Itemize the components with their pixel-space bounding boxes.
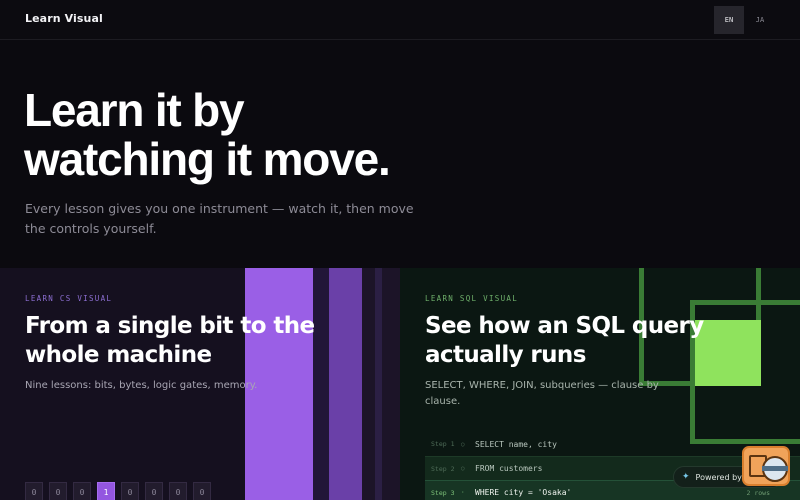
bit-toggle-on[interactable]: 1 — [97, 482, 115, 500]
sql-title: See how an SQL query actually runs — [425, 313, 704, 368]
cs-title: From a single bit to the whole machine — [25, 313, 315, 368]
sql-description: SELECT, WHERE, JOIN, subqueries — clause… — [425, 380, 659, 407]
bit-toggle[interactable]: 0 — [169, 482, 187, 500]
decor-bar — [329, 268, 362, 500]
decor-bar — [375, 268, 382, 500]
step-dot-icon: ○ — [461, 440, 465, 448]
step-code: SELECT name, city — [475, 439, 557, 449]
chat-widget-button[interactable] — [742, 446, 790, 486]
language-en-button[interactable]: EN — [714, 6, 744, 34]
language-ja-button[interactable]: JA — [745, 6, 775, 34]
step-label: Step 3 — [431, 488, 455, 497]
top-bar: Learn Visual EN JA — [0, 0, 800, 40]
bit-toggle[interactable]: 0 — [193, 482, 211, 500]
cs-description: Nine lessons: bits, bytes, logic gates, … — [25, 380, 258, 391]
bit-toggle-row: 0 0 0 1 0 0 0 0 — [25, 482, 211, 500]
cs-course-card[interactable]: LEARN CS VISUAL From a single bit to the… — [0, 268, 400, 500]
bit-toggle[interactable]: 0 — [145, 482, 163, 500]
step-dot-icon: · — [461, 489, 465, 496]
hero-title: Learn it by watching it move. — [24, 86, 544, 184]
step-code: WHERE city = 'Osaka' — [475, 488, 572, 497]
avatar-band — [762, 466, 788, 471]
brand-logo[interactable]: Learn Visual — [25, 12, 103, 25]
step-row-count: 2 rows — [746, 488, 770, 497]
decor-bar — [313, 268, 329, 500]
cs-eyebrow: LEARN CS VISUAL — [25, 294, 113, 303]
sql-eyebrow: LEARN SQL VISUAL — [425, 294, 519, 303]
hero-subtitle: Every lesson gives you one instrument — … — [25, 201, 414, 236]
step-dot-icon: ○ — [461, 465, 465, 472]
powered-by-prefix: Powered by — [695, 472, 742, 482]
bit-toggle[interactable]: 0 — [73, 482, 91, 500]
hero-title-line1: Learn it by — [24, 84, 245, 136]
sparkle-icon: ✦ — [682, 472, 690, 482]
step-label: Step 2 — [431, 464, 455, 473]
step-label: Step 1 — [431, 440, 455, 448]
step-code: FROM customers — [475, 464, 543, 473]
bit-toggle[interactable]: 0 — [121, 482, 139, 500]
bit-toggle[interactable]: 0 — [25, 482, 43, 500]
hero-title-line2: watching it move. — [24, 133, 391, 185]
bit-toggle[interactable]: 0 — [49, 482, 67, 500]
